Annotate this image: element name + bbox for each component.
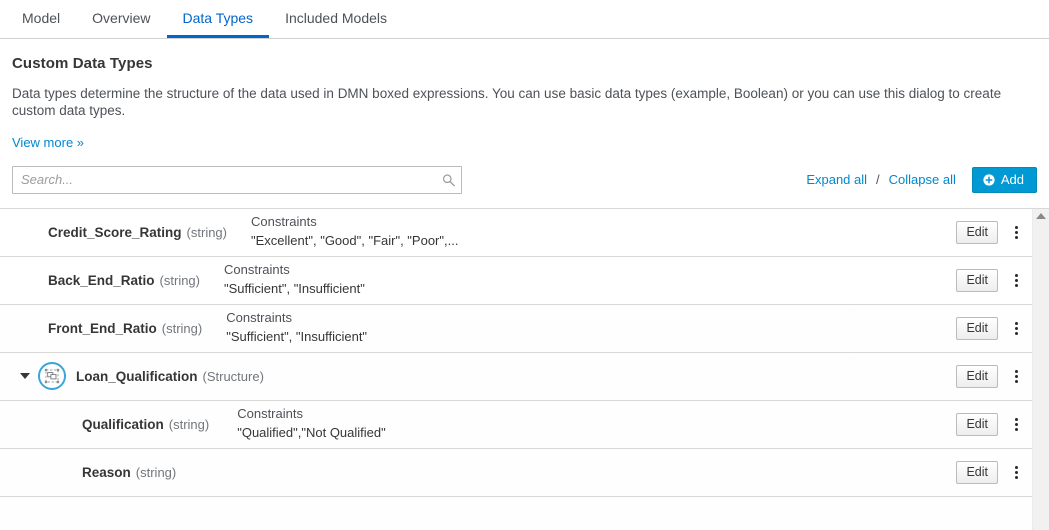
data-type-name-cell: Reason (string) [0, 465, 176, 480]
vertical-scrollbar[interactable] [1032, 209, 1049, 530]
data-types-list: Credit_Score_Rating (string) Constraints… [0, 208, 1049, 530]
toolbar-actions: Expand all / Collapse all Add [806, 167, 1037, 193]
data-type-constraints-cell: Constraints "Excellent", "Good", "Fair",… [251, 213, 458, 251]
search-input[interactable] [12, 166, 462, 194]
kebab-menu-icon[interactable] [1008, 269, 1024, 291]
constraints-value: "Qualified","Not Qualified" [237, 424, 386, 443]
row-actions: Edit [956, 353, 1024, 400]
edit-button[interactable]: Edit [956, 413, 998, 436]
data-type-name: Qualification [82, 417, 164, 432]
view-more-link[interactable]: View more » [12, 135, 84, 150]
expand-all-link[interactable]: Expand all [806, 172, 867, 187]
row-actions: Edit [956, 449, 1024, 496]
add-button[interactable]: Add [972, 167, 1037, 193]
row-actions: Edit [956, 305, 1024, 352]
data-type-name-cell: Loan_Qualification (Structure) [0, 362, 264, 390]
edit-button[interactable]: Edit [956, 317, 998, 340]
data-type-name-cell: Back_End_Ratio (string) [0, 273, 200, 288]
table-row[interactable]: Back_End_Ratio (string) Constraints "Suf… [0, 257, 1032, 305]
data-type-kind: (string) [136, 465, 176, 480]
data-type-constraints-cell: Constraints "Qualified","Not Qualified" [237, 405, 386, 443]
tab-overview[interactable]: Overview [76, 0, 166, 38]
data-type-name-cell: Front_End_Ratio (string) [0, 321, 202, 336]
data-type-name: Reason [82, 465, 131, 480]
row-actions: Edit [956, 401, 1024, 448]
data-type-kind: (string) [187, 225, 227, 240]
constraints-label: Constraints [237, 405, 386, 424]
table-row[interactable] [0, 497, 1032, 530]
constraints-value: "Sufficient", "Insufficient" [224, 280, 365, 299]
data-type-name: Loan_Qualification [76, 369, 198, 384]
tab-label: Included Models [285, 10, 387, 26]
tab-label: Data Types [183, 10, 254, 26]
plus-circle-icon [983, 174, 995, 186]
caret-down-icon[interactable] [20, 373, 30, 379]
data-type-name-cell: Credit_Score_Rating (string) [0, 225, 227, 240]
structure-icon [38, 362, 66, 390]
table-row[interactable]: Front_End_Ratio (string) Constraints "Su… [0, 305, 1032, 353]
search-box [12, 166, 462, 194]
table-row[interactable]: Reason (string) Edit [0, 449, 1032, 497]
page-header: Custom Data Types Data types determine t… [0, 39, 1049, 162]
row-divider [853, 305, 854, 352]
data-type-name: Front_End_Ratio [48, 321, 157, 336]
data-types-scroll-area: Credit_Score_Rating (string) Constraints… [0, 209, 1032, 530]
toolbar: Expand all / Collapse all Add [0, 164, 1049, 196]
toolbar-separator: / [876, 172, 880, 187]
collapse-all-link[interactable]: Collapse all [889, 172, 956, 187]
data-type-name: Credit_Score_Rating [48, 225, 182, 240]
data-type-name-cell: Qualification (string) [0, 417, 209, 432]
table-row[interactable]: Credit_Score_Rating (string) Constraints… [0, 209, 1032, 257]
table-row[interactable]: Loan_Qualification (Structure) Edit [0, 353, 1032, 401]
tab-model[interactable]: Model [6, 0, 76, 38]
row-actions: Edit [956, 257, 1024, 304]
edit-button[interactable]: Edit [956, 269, 998, 292]
kebab-menu-icon[interactable] [1008, 413, 1024, 435]
row-actions: Edit [956, 209, 1024, 256]
constraints-value: "Sufficient", "Insufficient" [226, 328, 367, 347]
tab-label: Overview [92, 10, 150, 26]
object-group-glyph [44, 368, 60, 384]
tab-label: Model [22, 10, 60, 26]
page-title: Custom Data Types [12, 55, 1037, 72]
constraints-label: Constraints [224, 261, 365, 280]
constraints-label: Constraints [226, 309, 367, 328]
kebab-menu-icon[interactable] [1008, 317, 1024, 339]
table-row[interactable]: Qualification (string) Constraints "Qual… [0, 401, 1032, 449]
page-description: Data types determine the structure of th… [12, 86, 1037, 120]
data-type-name: Back_End_Ratio [48, 273, 155, 288]
tab-data-types[interactable]: Data Types [167, 0, 270, 38]
row-divider [853, 353, 854, 400]
data-type-constraints-cell: Constraints "Sufficient", "Insufficient" [226, 309, 367, 347]
data-type-kind: (string) [160, 273, 200, 288]
kebab-menu-icon[interactable] [1008, 221, 1024, 243]
add-button-label: Add [1001, 173, 1024, 186]
data-type-kind: (Structure) [203, 369, 264, 384]
tab-included-models[interactable]: Included Models [269, 0, 403, 38]
data-type-kind: (string) [162, 321, 202, 336]
data-type-kind: (string) [169, 417, 209, 432]
constraints-value: "Excellent", "Good", "Fair", "Poor",... [251, 232, 458, 251]
kebab-menu-icon[interactable] [1008, 365, 1024, 387]
kebab-menu-icon[interactable] [1008, 461, 1024, 483]
edit-button[interactable]: Edit [956, 365, 998, 388]
constraints-label: Constraints [251, 213, 458, 232]
edit-button[interactable]: Edit [956, 461, 998, 484]
tab-bar: Model Overview Data Types Included Model… [0, 0, 1049, 39]
scroll-up-arrow-icon[interactable] [1036, 213, 1046, 219]
data-type-constraints-cell: Constraints "Sufficient", "Insufficient" [224, 261, 365, 299]
edit-button[interactable]: Edit [956, 221, 998, 244]
